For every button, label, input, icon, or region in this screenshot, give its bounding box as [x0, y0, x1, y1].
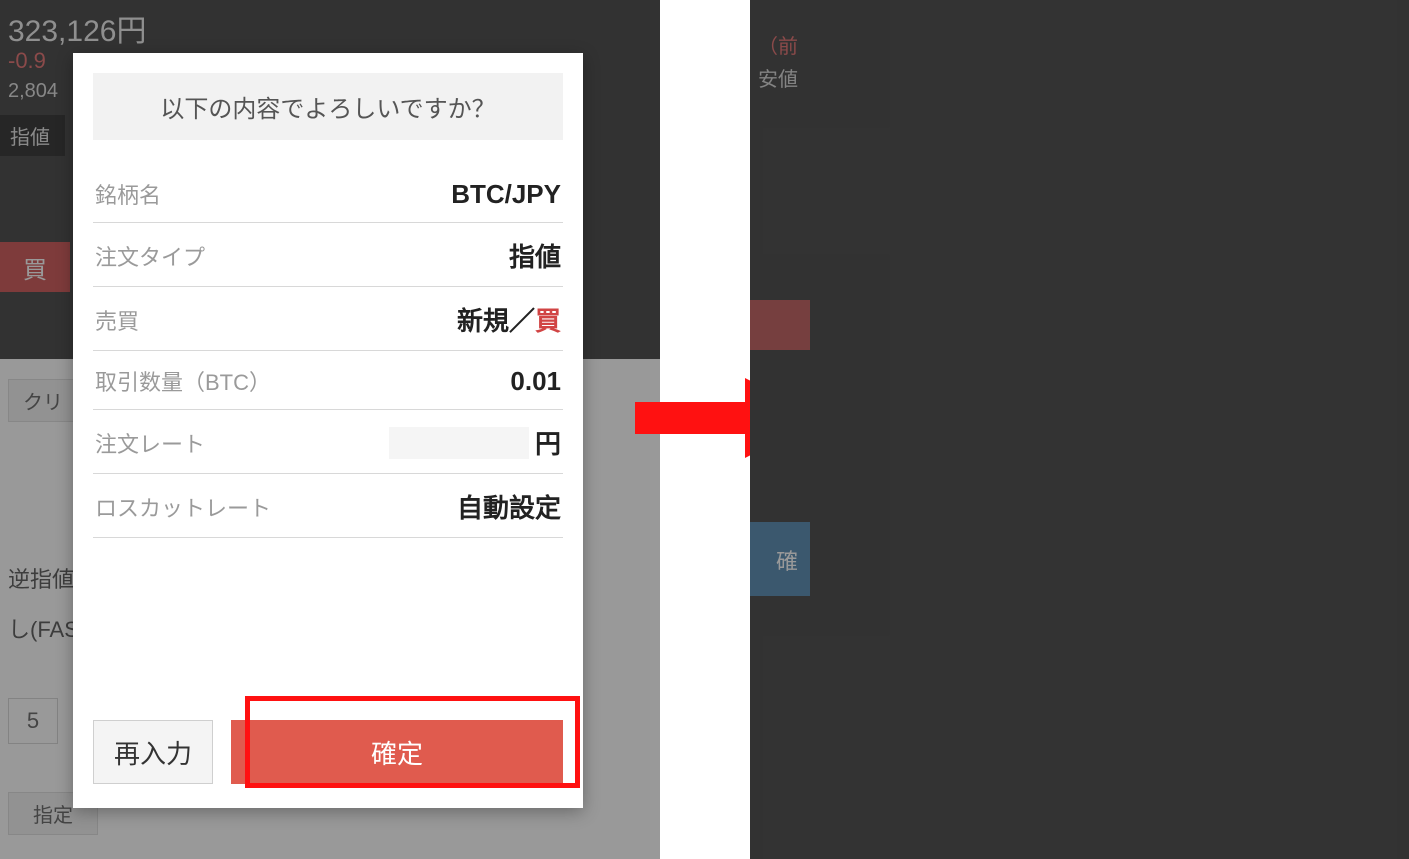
row-type-label: 注文タイプ: [95, 240, 205, 272]
row-rate: 注文レート 円: [93, 410, 563, 474]
row-symbol-label: 銘柄名: [95, 178, 161, 210]
reinput-button[interactable]: 再入力: [93, 720, 213, 784]
row-rate-value: 円: [389, 424, 561, 461]
row-side-label: 売買: [95, 304, 139, 336]
row-side-buy: 買: [535, 306, 561, 336]
row-losscut: ロスカットレート 自動設定: [93, 474, 563, 538]
row-losscut-label: ロスカットレート: [95, 491, 271, 523]
right-panel: （前 安値 確 注文を受け付けました。 詳細は【注文一覧】よりご確認ください。 …: [750, 0, 1409, 859]
row-qty: 取引数量（BTC） 0.01: [93, 351, 563, 410]
row-side-value: 新規／買: [457, 301, 561, 338]
row-type-value: 指値: [509, 237, 561, 274]
row-qty-value: 0.01: [510, 366, 561, 397]
row-rate-field: [389, 427, 529, 459]
row-losscut-value: 自動設定: [457, 488, 561, 525]
row-qty-label: 取引数量（BTC）: [95, 365, 271, 397]
confirm-button-row: 再入力 確定: [93, 696, 563, 784]
row-type: 注文タイプ 指値: [93, 223, 563, 287]
row-rate-label: 注文レート: [95, 427, 205, 459]
row-side: 売買 新規／買: [93, 287, 563, 351]
confirm-button[interactable]: 確定: [231, 720, 563, 784]
row-side-prefix: 新規／: [457, 306, 535, 336]
row-symbol: 銘柄名 BTC/JPY: [93, 164, 563, 223]
order-confirm-dialog: 以下の内容でよろしいですか？ 銘柄名 BTC/JPY 注文タイプ 指値 売買 新…: [73, 53, 583, 808]
row-symbol-value: BTC/JPY: [451, 179, 561, 210]
confirm-title: 以下の内容でよろしいですか？: [93, 73, 563, 140]
left-panel: 323,126円 -0.9 2,804 指値 買 クリ 逆指値 し(FAS 5 …: [0, 0, 660, 859]
row-rate-unit: 円: [535, 424, 561, 461]
right-dim-overlay: [750, 0, 1409, 859]
